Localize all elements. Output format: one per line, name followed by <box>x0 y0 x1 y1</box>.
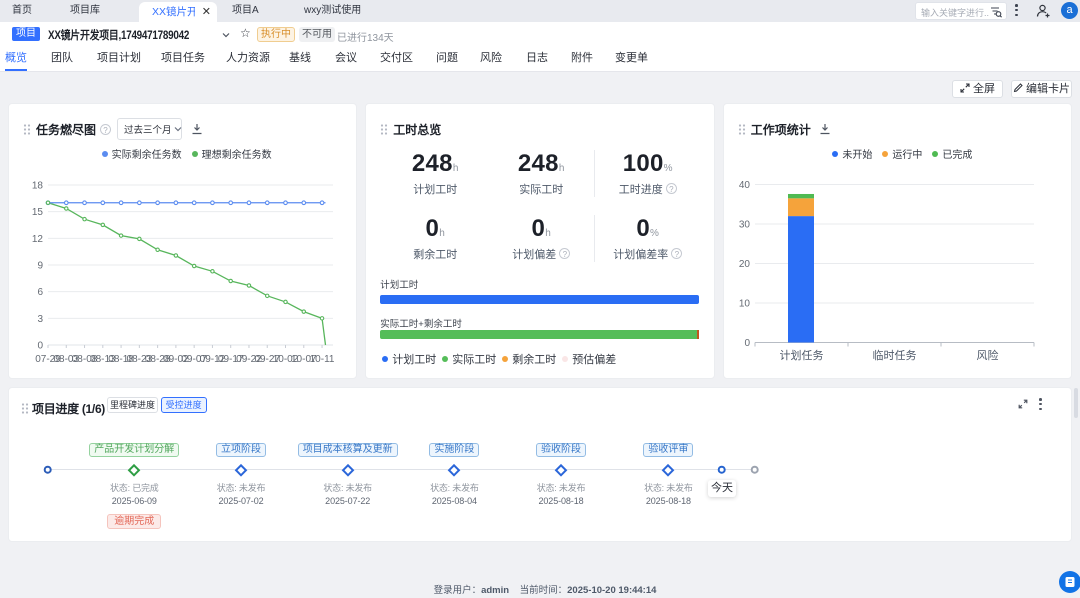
svg-text:0: 0 <box>744 338 750 349</box>
svg-text:6: 6 <box>37 287 43 298</box>
svg-text:30: 30 <box>739 220 751 231</box>
svg-text:3: 3 <box>37 314 43 325</box>
svg-text:20: 20 <box>739 259 751 270</box>
svg-text:10-11: 10-11 <box>310 354 335 365</box>
svg-text:40: 40 <box>739 180 751 191</box>
svg-text:临时任务: 临时任务 <box>872 348 916 362</box>
svg-text:9: 9 <box>37 261 43 272</box>
svg-text:计划任务: 计划任务 <box>779 349 823 362</box>
svg-text:风险: 风险 <box>976 348 998 362</box>
svg-text:18: 18 <box>32 181 44 192</box>
svg-text:0: 0 <box>37 341 43 352</box>
svg-text:15: 15 <box>32 207 44 218</box>
svg-text:10: 10 <box>739 299 751 310</box>
svg-text:12: 12 <box>32 234 44 245</box>
